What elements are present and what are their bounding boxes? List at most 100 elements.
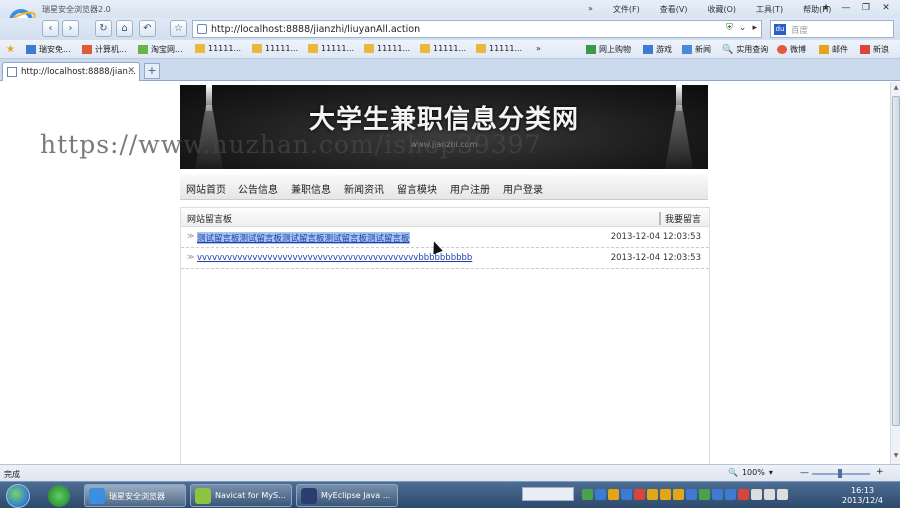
menu-tools[interactable]: 工具(T) xyxy=(756,4,783,15)
favorite-item[interactable]: 🔍 实用查询 xyxy=(722,44,768,55)
message-board: 网站留言板 我要留言 ≫ 测试留言板测试留言板测试留言板测试留言板测试留言板 2… xyxy=(180,207,710,467)
menu-bar: » 文件(F) 查看(V) 收藏(O) 工具(T) 帮助(H) xyxy=(588,4,831,15)
message-link[interactable]: vvvvvvvvvvvvvvvvvvvvvvvvvvvvvvvvvvvvvvvv… xyxy=(197,253,472,263)
taskbar-item-myeclipse[interactable]: MyEclipse Java ... xyxy=(296,484,398,507)
menu-file[interactable]: 文件(F) xyxy=(613,4,640,15)
favorite-item[interactable]: 游戏 xyxy=(643,44,672,55)
favorite-item[interactable]: 淘宝网... xyxy=(138,44,183,55)
message-board-title: 网站留言板 xyxy=(187,215,233,225)
nav-notices[interactable]: 公告信息 xyxy=(238,181,278,196)
nav-register[interactable]: 用户注册 xyxy=(450,181,490,196)
clock[interactable]: 16:13 2013/12/4 xyxy=(842,486,883,506)
favorite-item[interactable]: 计算机... xyxy=(82,44,127,55)
folder-icon xyxy=(476,44,486,53)
menu-favorites[interactable]: 收藏(O) xyxy=(707,4,736,15)
start-button[interactable] xyxy=(6,484,30,508)
status-bar: 完成 🔍 100% ▾ — + xyxy=(0,464,900,481)
nav-home[interactable]: 网站首页 xyxy=(186,181,226,196)
taskbar-item-browser[interactable]: 瑞星安全浏览器 xyxy=(84,484,186,507)
qq-icon[interactable] xyxy=(660,488,671,500)
favorite-item[interactable]: 11111... xyxy=(364,44,410,53)
tray-icon[interactable] xyxy=(634,488,645,500)
bullet-icon: ≫ xyxy=(187,253,195,261)
back-button[interactable]: ‹ xyxy=(42,20,59,37)
scroll-up-icon[interactable]: ▲ xyxy=(892,84,900,94)
quicklaunch-icon[interactable] xyxy=(48,485,70,507)
zoom-control[interactable]: 🔍 100% ▾ xyxy=(728,468,773,477)
shield-icon: ⛨ xyxy=(726,23,733,33)
search-box[interactable]: du 百度 xyxy=(770,20,894,38)
favorite-item[interactable]: 新浪 xyxy=(860,44,889,55)
new-tab-button[interactable]: + xyxy=(144,63,160,79)
favorite-item[interactable]: 邮件 xyxy=(819,44,848,55)
taskbar: 瑞星安全浏览器 Navicat for MyS... MyEclipse Jav… xyxy=(0,481,900,508)
sina-icon xyxy=(860,45,870,54)
nav-login[interactable]: 用户登录 xyxy=(503,181,543,196)
zoom-slider-handle[interactable] xyxy=(838,469,842,478)
favorite-item[interactable]: 瑞安免... xyxy=(26,44,71,55)
clock-time: 16:13 xyxy=(850,486,875,495)
qq-icon[interactable] xyxy=(647,488,658,500)
tray-icon[interactable] xyxy=(621,488,632,500)
nav-news[interactable]: 新闻资讯 xyxy=(344,181,384,196)
maximize-button[interactable]: ❐ xyxy=(858,2,874,15)
tray-icon[interactable] xyxy=(738,488,749,500)
zoom-level[interactable]: 100% xyxy=(742,468,765,477)
address-input[interactable]: http://localhost:8888/jianzhi/liuyanAll.… xyxy=(211,24,420,35)
close-button[interactable]: ✕ xyxy=(878,2,894,15)
refresh-button[interactable]: ↻ xyxy=(95,20,112,37)
tab-active[interactable]: http://localhost:8888/jian... ✕ xyxy=(2,62,140,81)
tray-icon[interactable] xyxy=(725,488,736,500)
search-input[interactable]: 百度 xyxy=(791,24,808,36)
tray-icon[interactable] xyxy=(595,488,606,500)
leave-message-link[interactable]: 我要留言 xyxy=(658,212,701,225)
go-arrow-icon[interactable]: ▸ xyxy=(752,23,757,33)
menu-view[interactable]: 查看(V) xyxy=(660,4,688,15)
pin-icon[interactable]: ★ xyxy=(818,2,834,15)
address-bar[interactable]: http://localhost:8888/jianzhi/liuyanAll.… xyxy=(192,20,762,38)
vertical-scrollbar[interactable]: ▲ ▼ xyxy=(890,82,900,464)
nav-messages[interactable]: 留言模块 xyxy=(397,181,437,196)
zoom-out-button[interactable]: — xyxy=(800,468,809,478)
taskbar-item-navicat[interactable]: Navicat for MyS... xyxy=(190,484,292,507)
close-icon[interactable]: ✕ xyxy=(127,66,135,76)
tray-icon[interactable] xyxy=(699,488,710,500)
zoom-in-button[interactable]: + xyxy=(876,467,884,477)
tray-icon[interactable] xyxy=(686,488,697,500)
nav-jobs[interactable]: 兼职信息 xyxy=(291,181,331,196)
favorite-item[interactable]: 网上购物 xyxy=(586,44,631,55)
forward-button[interactable]: › xyxy=(62,20,79,37)
site-icon xyxy=(26,45,36,54)
favorites-more[interactable]: » xyxy=(536,44,541,53)
tray-icon[interactable] xyxy=(582,488,593,500)
home-button[interactable]: ⌂ xyxy=(116,20,133,37)
network-icon[interactable] xyxy=(764,488,775,500)
favorite-item[interactable]: 11111... xyxy=(252,44,298,53)
volume-icon[interactable] xyxy=(777,488,788,500)
message-link[interactable]: 测试留言板测试留言板测试留言板测试留言板测试留言板 xyxy=(197,232,410,244)
page-content: 大学生兼职信息分类网 www.jianzhi.com 网站首页 公告信息 兼职信… xyxy=(0,82,890,467)
scroll-down-icon[interactable]: ▼ xyxy=(892,452,900,462)
minimize-button[interactable]: — xyxy=(838,2,854,15)
list-item: ≫ vvvvvvvvvvvvvvvvvvvvvvvvvvvvvvvvvvvvvv… xyxy=(181,248,709,269)
undo-close-button[interactable]: ↶ xyxy=(139,20,156,37)
favorite-item[interactable]: 11111... xyxy=(476,44,522,53)
favorites-star-icon[interactable]: ★ xyxy=(6,44,15,55)
chevron-down-icon[interactable]: ▾ xyxy=(769,468,773,477)
menu-more[interactable]: » xyxy=(588,4,593,15)
favorite-item[interactable]: 新闻 xyxy=(682,44,711,55)
tray-input-box[interactable] xyxy=(522,487,574,501)
chevron-down-icon[interactable]: ⌄ xyxy=(739,23,747,33)
title-bar: 瑞星安全浏览器2.0 » 文件(F) 查看(V) 收藏(O) 工具(T) 帮助(… xyxy=(0,0,900,18)
favorite-item[interactable]: 11111... xyxy=(308,44,354,53)
qq-icon[interactable] xyxy=(673,488,684,500)
favorite-item[interactable]: 11111... xyxy=(195,44,241,53)
scrollbar-thumb[interactable] xyxy=(892,96,900,426)
flag-icon[interactable] xyxy=(751,488,762,500)
favorite-star-button[interactable]: ☆ xyxy=(170,20,187,37)
favorite-item[interactable]: 11111... xyxy=(420,44,466,53)
tray-icon[interactable] xyxy=(712,488,723,500)
tray-icon[interactable] xyxy=(608,488,619,500)
favorite-item[interactable]: 微博 xyxy=(777,44,806,55)
baidu-icon: du xyxy=(774,24,786,35)
